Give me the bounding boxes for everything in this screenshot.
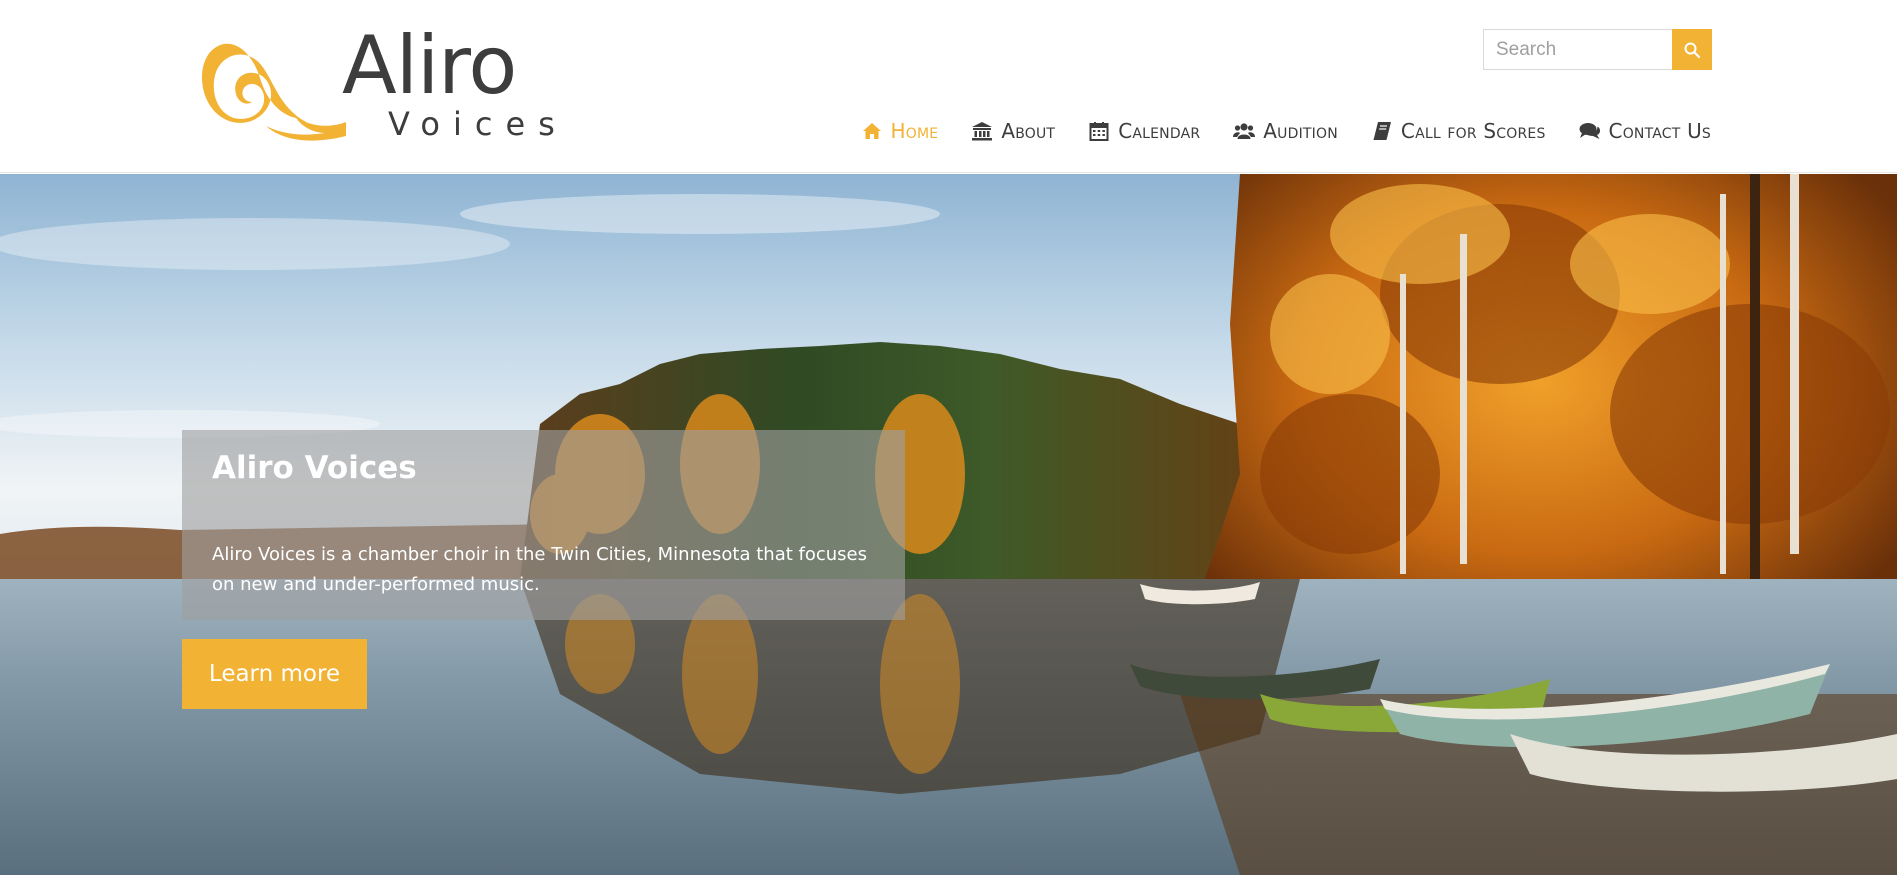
nav-item-label: Audition: [1263, 119, 1338, 143]
comments-icon: [1579, 120, 1601, 142]
nav-item-label: About: [1001, 119, 1056, 143]
nav-item-contact-us[interactable]: Contact Us: [1579, 119, 1711, 143]
hero-description: Aliro Voices is a chamber choir in the T…: [212, 544, 868, 595]
nav-item-call-for-scores[interactable]: Call for Scores: [1371, 119, 1546, 143]
site-header: Aliro Voices Home About: [0, 0, 1897, 173]
home-icon: [861, 120, 883, 142]
nav-item-home[interactable]: Home: [861, 119, 939, 143]
search-input[interactable]: [1483, 29, 1672, 70]
nav-item-audition[interactable]: Audition: [1233, 119, 1338, 143]
logo-swirl-icon: [202, 43, 346, 141]
hero-title: Aliro Voices: [212, 450, 417, 486]
search-icon: [1684, 42, 1701, 58]
logo-tagline: Voices: [388, 105, 568, 143]
users-icon: [1233, 120, 1256, 142]
calendar-icon: [1088, 120, 1110, 142]
hero-banner: Aliro Voices Aliro Voices is a chamber c…: [0, 174, 1897, 875]
site-logo[interactable]: Aliro Voices: [196, 18, 566, 143]
bank-icon: [971, 120, 993, 142]
nav-item-label: Contact Us: [1608, 119, 1711, 143]
search-button[interactable]: [1672, 29, 1712, 70]
logo-wordmark: Aliro: [342, 19, 517, 112]
book-icon: [1371, 120, 1393, 142]
nav-item-label: Home: [890, 119, 939, 143]
nav-item-about[interactable]: About: [971, 119, 1055, 143]
hero-caption-box: Aliro Voices Aliro Voices is a chamber c…: [182, 430, 905, 620]
main-nav: Home About Calendar Audition Call for Sc…: [861, 116, 1711, 146]
nav-item-label: Calendar: [1118, 119, 1201, 143]
search-form: [1483, 29, 1712, 70]
learn-more-button[interactable]: Learn more: [182, 639, 367, 709]
nav-item-label: Call for Scores: [1400, 119, 1546, 143]
nav-item-calendar[interactable]: Calendar: [1088, 119, 1200, 143]
